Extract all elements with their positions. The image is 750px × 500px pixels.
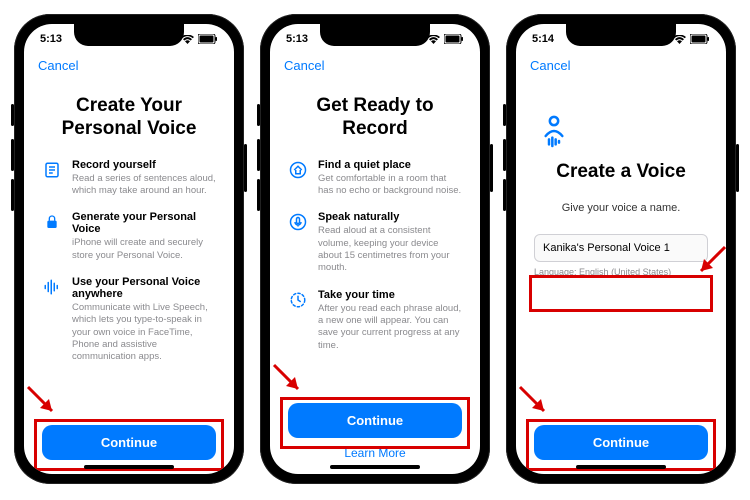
item-desc: Get comfortable in a room that has no ec… xyxy=(318,173,462,198)
side-button xyxy=(736,144,739,192)
item-desc: Read a series of sentences aloud, which … xyxy=(72,173,216,198)
mic-icon xyxy=(288,211,308,274)
notch xyxy=(74,24,184,46)
side-button xyxy=(503,104,506,126)
voice-icon xyxy=(534,111,708,151)
continue-button[interactable]: Continue xyxy=(534,425,708,460)
item-label: Speak naturally xyxy=(318,211,462,223)
learn-more-link[interactable]: Learn More xyxy=(288,446,462,460)
language-label: Language: English (United States) xyxy=(534,267,708,277)
side-button xyxy=(490,144,493,192)
timer-icon xyxy=(288,289,308,352)
side-button xyxy=(11,139,14,171)
status-time: 5:14 xyxy=(532,33,554,45)
item-desc: iPhone will create and securely store yo… xyxy=(72,237,216,262)
side-button xyxy=(244,144,247,192)
home-indicator xyxy=(84,465,174,469)
item-label: Find a quiet place xyxy=(318,159,462,171)
notch xyxy=(320,24,430,46)
item-label: Generate your Personal Voice xyxy=(72,211,216,235)
side-button xyxy=(257,104,260,126)
side-button xyxy=(11,104,14,126)
item-desc: Communicate with Live Speech, which lets… xyxy=(72,302,216,364)
info-item: Take your time After you read each phras… xyxy=(288,289,462,352)
item-label: Record yourself xyxy=(72,159,216,171)
page-title: Create Your Personal Voice xyxy=(42,95,216,141)
page-title: Create a Voice xyxy=(534,161,708,184)
side-button xyxy=(503,139,506,171)
phone-frame-2: 5:13 Cancel Get Ready to Record Find a q… xyxy=(260,14,490,484)
info-item: Record yourself Read a series of sentenc… xyxy=(42,159,216,198)
home-indicator xyxy=(576,465,666,469)
side-button xyxy=(503,179,506,211)
home-icon xyxy=(288,159,308,198)
phone-frame-1: 5:13 Cancel Create Your Personal Voice R… xyxy=(14,14,244,484)
info-item: Speak naturally Read aloud at a consiste… xyxy=(288,211,462,274)
page-subtitle: Give your voice a name. xyxy=(534,202,708,214)
cancel-button[interactable]: Cancel xyxy=(530,58,570,73)
item-label: Take your time xyxy=(318,289,462,301)
phone-frame-3: 5:14 Cancel Create a Voice Give your voi… xyxy=(506,14,736,484)
item-desc: Read aloud at a consistent volume, keepi… xyxy=(318,225,462,274)
item-label: Use your Personal Voice anywhere xyxy=(72,276,216,300)
battery-icon xyxy=(690,34,710,44)
highlight-box xyxy=(529,275,713,312)
notch xyxy=(566,24,676,46)
status-time: 5:13 xyxy=(40,33,62,45)
side-button xyxy=(11,179,14,211)
item-desc: After you read each phrase aloud, a new … xyxy=(318,303,462,352)
info-item: Use your Personal Voice anywhere Communi… xyxy=(42,276,216,364)
side-button xyxy=(257,179,260,211)
voice-name-input[interactable]: Kanika's Personal Voice 1 xyxy=(534,234,708,262)
cancel-button[interactable]: Cancel xyxy=(284,58,324,73)
page-title: Get Ready to Record xyxy=(288,95,462,141)
home-indicator xyxy=(330,465,420,469)
battery-icon xyxy=(444,34,464,44)
lock-icon xyxy=(42,211,62,262)
waveform-icon xyxy=(42,276,62,364)
side-button xyxy=(257,139,260,171)
record-icon xyxy=(42,159,62,198)
status-time: 5:13 xyxy=(286,33,308,45)
info-item: Find a quiet place Get comfortable in a … xyxy=(288,159,462,198)
continue-button[interactable]: Continue xyxy=(288,403,462,438)
battery-icon xyxy=(198,34,218,44)
continue-button[interactable]: Continue xyxy=(42,425,216,460)
cancel-button[interactable]: Cancel xyxy=(38,58,78,73)
info-item: Generate your Personal Voice iPhone will… xyxy=(42,211,216,262)
